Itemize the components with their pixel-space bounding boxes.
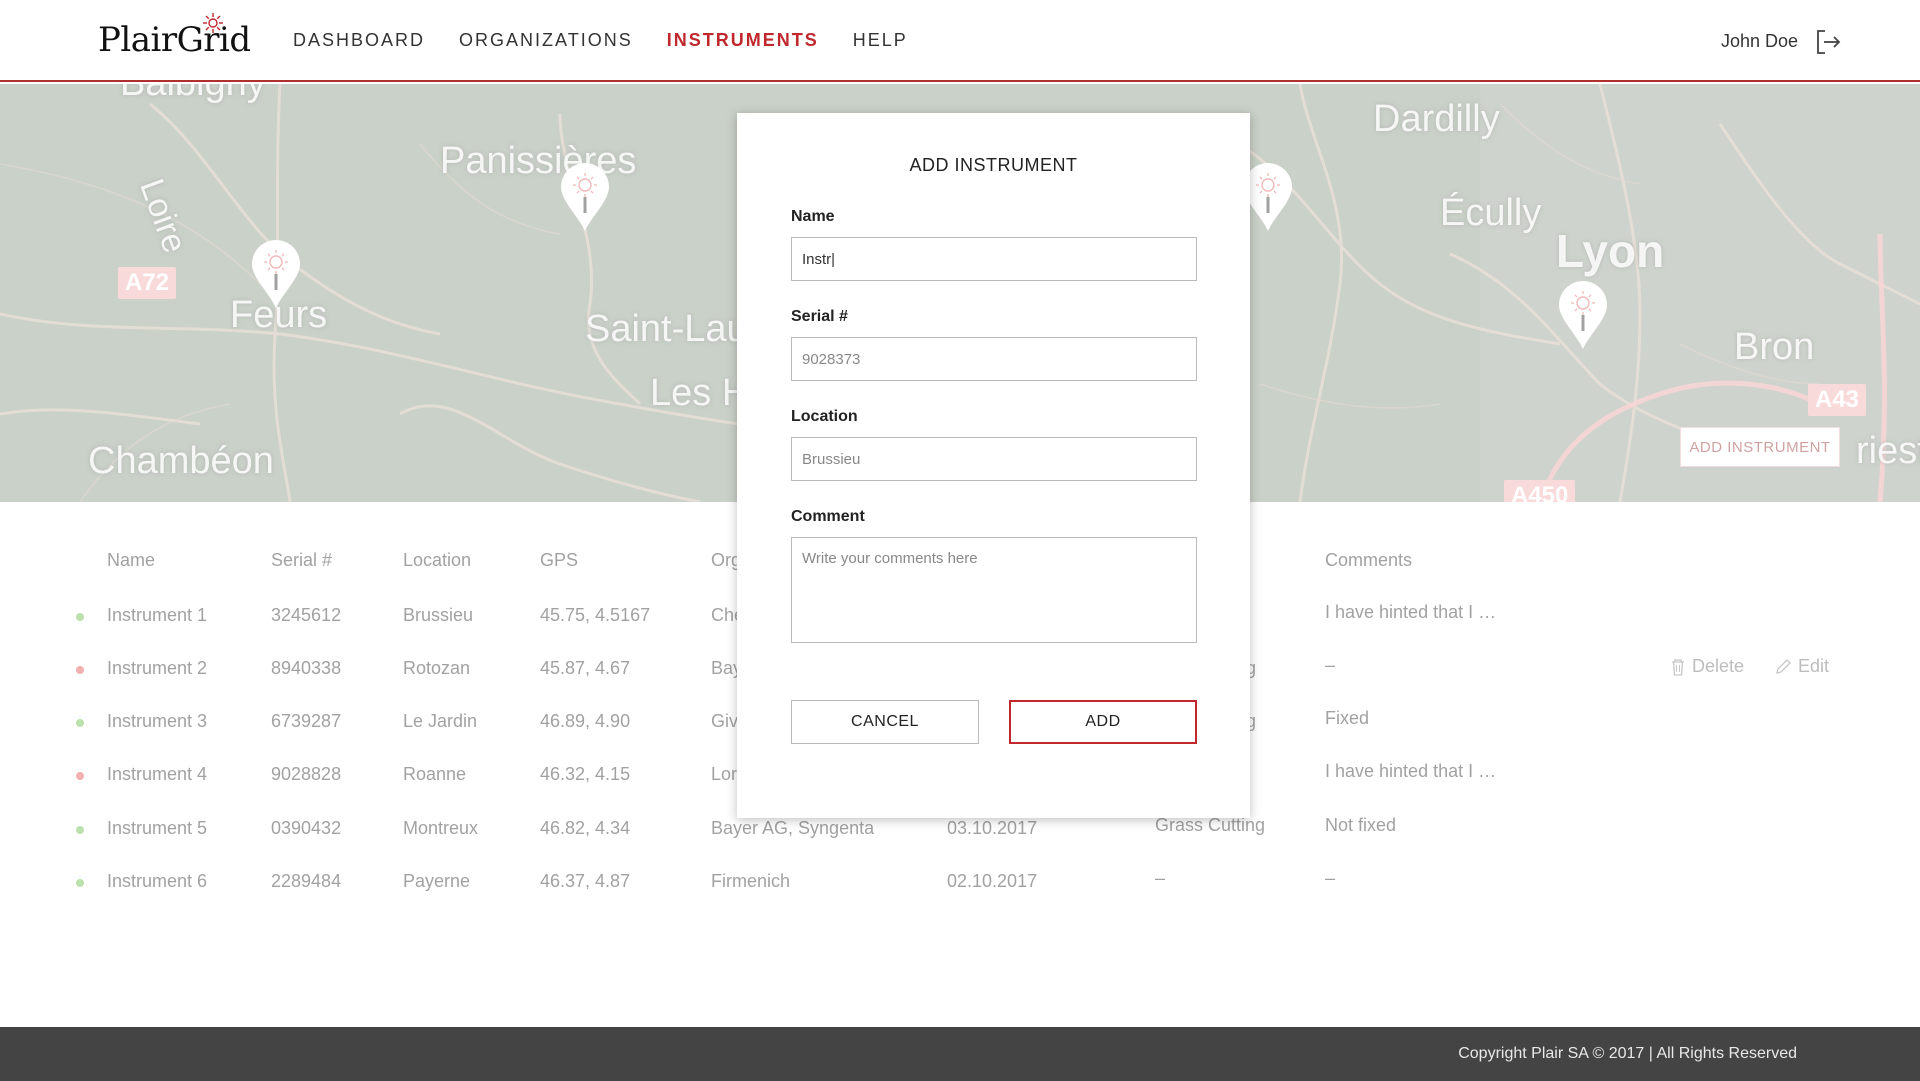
cancel-button[interactable]: CANCEL xyxy=(791,700,979,744)
nav-instruments[interactable]: INSTRUMENTS xyxy=(667,30,819,51)
location-input[interactable] xyxy=(791,437,1197,481)
page-footer: Copyright Plair SA © 2017 | All Rights R… xyxy=(0,1027,1920,1081)
app-header: PlairGrid DASHBOARD ORGANIZATIONS INSTRU… xyxy=(0,0,1920,82)
logo-text: PlairGrid xyxy=(98,20,251,60)
nav-organizations[interactable]: ORGANIZATIONS xyxy=(459,30,633,51)
logo-sun-icon xyxy=(203,13,223,33)
logout-icon[interactable] xyxy=(1814,28,1842,56)
location-label: Location xyxy=(791,408,858,425)
serial-label: Serial # xyxy=(791,308,848,325)
user-name[interactable]: John Doe xyxy=(1721,31,1798,52)
main-nav: DASHBOARD ORGANIZATIONS INSTRUMENTS HELP xyxy=(293,30,908,51)
dialog-title: ADD INSTRUMENT xyxy=(909,155,1078,175)
comment-label: Comment xyxy=(791,508,865,525)
serial-input[interactable] xyxy=(791,337,1197,381)
nav-help[interactable]: HELP xyxy=(853,30,908,51)
copyright-text: Copyright Plair SA © 2017 | All Rights R… xyxy=(1458,1045,1797,1062)
add-instrument-dialog: ADD INSTRUMENT Name Serial # Location Co… xyxy=(737,113,1250,818)
add-button[interactable]: ADD xyxy=(1009,700,1197,744)
name-label: Name xyxy=(791,208,835,225)
comment-textarea[interactable] xyxy=(791,537,1197,643)
nav-dashboard[interactable]: DASHBOARD xyxy=(293,30,425,51)
logo[interactable]: PlairGrid xyxy=(98,13,251,60)
name-input[interactable] xyxy=(791,237,1197,281)
